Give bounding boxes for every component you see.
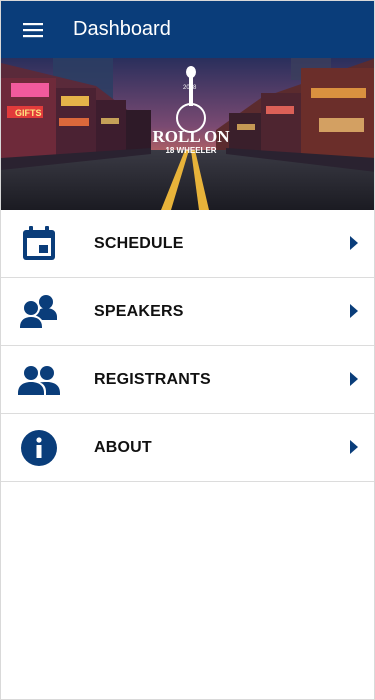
- people-icon: [1, 346, 77, 414]
- hamburger-menu-icon[interactable]: [1, 1, 65, 58]
- chevron-right-icon: [350, 440, 358, 454]
- gifts-sign: GIFTS: [15, 108, 42, 118]
- page-title: Dashboard: [73, 18, 171, 40]
- app-screen: Dashboard GIFTS 2018 ROLL ON 18 WHEELER …: [0, 0, 375, 700]
- svg-text:ROLL ON: ROLL ON: [153, 127, 231, 146]
- speakers-icon: [1, 278, 77, 346]
- menu-item-label: SPEAKERS: [94, 302, 184, 320]
- svg-text:18 WHEELER: 18 WHEELER: [165, 146, 216, 155]
- calendar-icon: [1, 210, 77, 278]
- svg-text:2018: 2018: [183, 85, 197, 91]
- chevron-right-icon: [350, 304, 358, 318]
- chevron-right-icon: [350, 372, 358, 386]
- chevron-right-icon: [350, 236, 358, 250]
- menu-item-label: REGISTRANTS: [94, 370, 211, 388]
- menu-item-schedule[interactable]: SCHEDULE: [1, 210, 374, 278]
- dashboard-menu-list: SCHEDULE SPEAKERS REGISTRANTS ABOUT: [1, 210, 374, 482]
- menu-item-about[interactable]: ABOUT: [1, 414, 374, 482]
- hero-banner-image: GIFTS 2018 ROLL ON 18 WHEELER: [1, 58, 374, 210]
- info-icon: [1, 414, 77, 482]
- menu-item-speakers[interactable]: SPEAKERS: [1, 278, 374, 346]
- menu-item-label: ABOUT: [94, 438, 152, 456]
- app-bar: Dashboard: [1, 1, 374, 58]
- menu-item-label: SCHEDULE: [94, 234, 184, 252]
- menu-item-registrants[interactable]: REGISTRANTS: [1, 346, 374, 414]
